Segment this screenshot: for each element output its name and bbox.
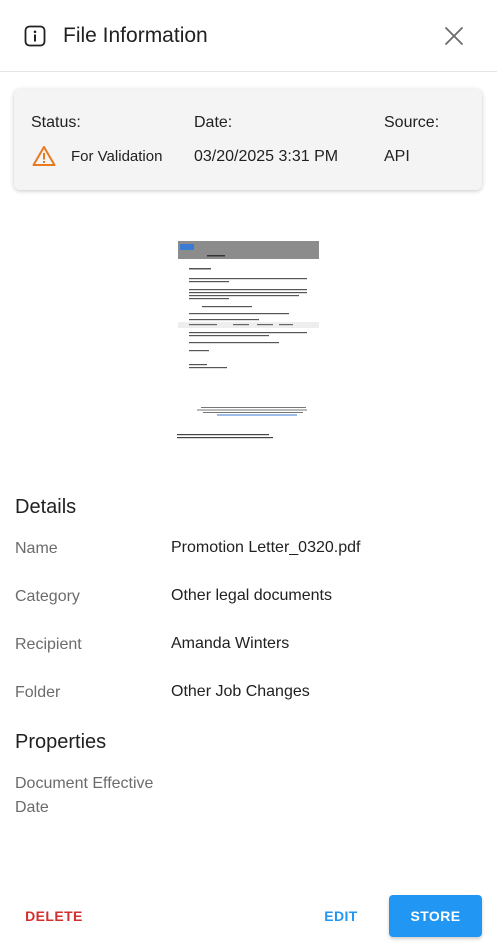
edit-button[interactable]: EDIT — [310, 896, 372, 936]
panel-header: File Information — [0, 0, 497, 72]
properties-title: Properties — [15, 731, 107, 753]
folder-label: Folder — [15, 684, 61, 701]
name-value: Promotion Letter_0320.pdf — [171, 539, 361, 556]
category-value: Other legal documents — [171, 587, 332, 604]
status-value: For Validation — [71, 148, 163, 165]
delete-button[interactable]: DELETE — [16, 896, 92, 936]
folder-value: Other Job Changes — [171, 683, 310, 700]
warning-icon — [32, 146, 56, 166]
document-preview[interactable] — [177, 241, 320, 455]
category-label: Category — [15, 588, 80, 605]
name-label: Name — [15, 540, 58, 557]
page-title: File Information — [63, 24, 208, 47]
status-card: Status: For Validation Date: 03/20/2025 … — [14, 89, 482, 190]
date-value: 03/20/2025 3:31 PM — [194, 148, 339, 165]
file-information-panel: File Information Status: For Validation … — [0, 0, 497, 952]
store-button[interactable]: STORE — [389, 895, 482, 937]
recipient-label: Recipient — [15, 636, 82, 653]
close-icon[interactable] — [440, 22, 468, 50]
details-title: Details — [15, 496, 77, 518]
source-value: API — [384, 148, 410, 165]
info-icon — [24, 25, 46, 47]
document-effective-date-label: Document Effective Date — [15, 775, 154, 816]
source-label: Source: — [384, 114, 440, 131]
status-label: Status: — [31, 114, 81, 131]
date-label: Date: — [194, 114, 233, 131]
recipient-value: Amanda Winters — [171, 635, 290, 652]
